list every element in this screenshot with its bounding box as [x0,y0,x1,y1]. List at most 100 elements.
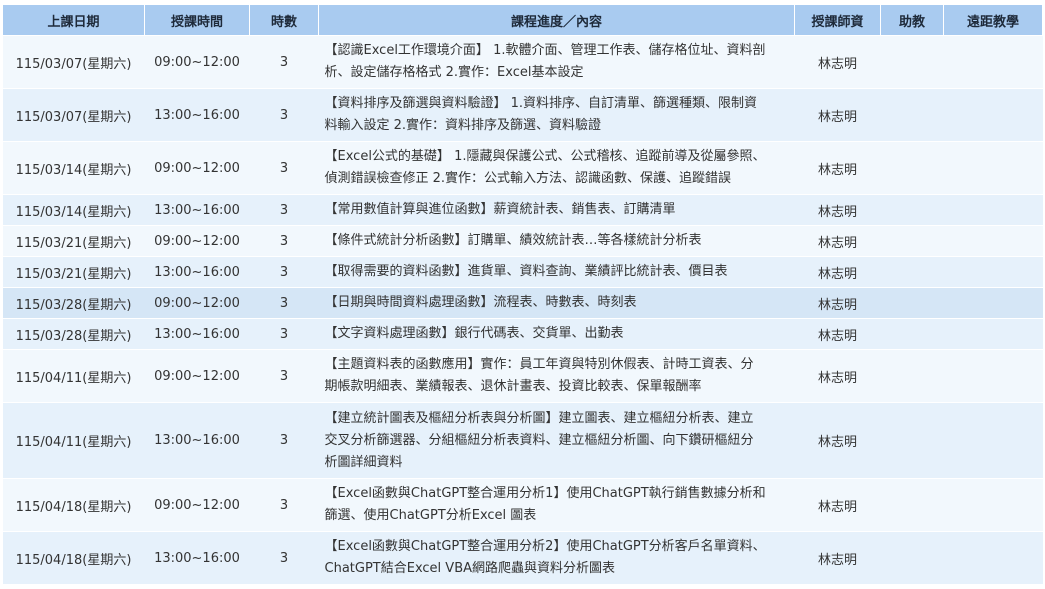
cell-hours: 3 [249,531,319,585]
cell-remote [943,478,1043,532]
table-row: 115/04/18(星期六) 13:00~16:00 3 【Excel函數與Ch… [2,531,1043,585]
cell-date: 115/04/18(星期六) [2,478,145,532]
cell-date: 115/03/07(星期六) [2,88,145,142]
cell-teacher: 林志明 [794,531,881,585]
cell-date: 115/03/21(星期六) [2,256,145,288]
table-row: 115/03/28(星期六) 13:00~16:00 3 【文字資料處理函數】銀… [2,318,1043,350]
schedule-table-wrapper: 上課日期 授課時間 時數 課程進度／內容 授課師資 助教 遠距教學 115/03… [2,4,1043,585]
cell-assistant [880,287,944,319]
cell-content: 【條件式統計分析函數】訂購單、績效統計表…等各樣統計分析表 [318,225,795,257]
cell-remote [943,402,1043,479]
cell-remote [943,349,1043,403]
header-time: 授課時間 [144,4,250,36]
cell-date: 115/04/11(星期六) [2,402,145,479]
content-line: 【Excel函數與ChatGPT整合運用分析2】使用ChatGPT分析客戶名單資… [324,539,766,554]
cell-content: 【主題資料表的函數應用】實作：員工年資與特別休假表、計時工資表、分 期帳款明細表、… [318,349,795,403]
cell-teacher: 林志明 [794,88,881,142]
content-line: 析圖詳細資料 [324,454,403,470]
cell-remote [943,88,1043,142]
content-line: 【條件式統計分析函數】訂購單、績效統計表…等各樣統計分析表 [324,233,702,248]
content-line: 料輸入設定 2.實作：資料排序及篩選、資料驗證 [324,118,602,133]
cell-assistant [880,35,944,89]
cell-remote [943,256,1043,288]
cell-teacher: 林志明 [794,225,881,257]
cell-remote [943,194,1043,226]
cell-remote [943,225,1043,257]
cell-teacher: 林志明 [794,287,881,319]
header-teacher: 授課師資 [794,4,881,36]
cell-time: 09:00~12:00 [144,349,250,403]
cell-content: 【Excel函數與ChatGPT整合運用分析1】使用ChatGPT執行銷售數據分… [318,478,795,532]
cell-remote [943,318,1043,350]
cell-time: 09:00~12:00 [144,478,250,532]
header-hours: 時數 [249,4,319,36]
table-header-row: 上課日期 授課時間 時數 課程進度／內容 授課師資 助教 遠距教學 [2,4,1043,36]
cell-hours: 3 [249,35,319,89]
content-line: 【Excel函數與ChatGPT整合運用分析1】使用ChatGPT執行銷售數據分… [324,486,766,501]
header-content: 課程進度／內容 [318,4,795,36]
content-line: 【取得需要的資料函數】進貨單、資料查詢、業績評比統計表、價目表 [324,264,728,279]
table-row: 115/03/14(星期六) 09:00~12:00 3 【Excel公式的基礎… [2,141,1043,195]
cell-content: 【Excel函數與ChatGPT整合運用分析2】使用ChatGPT分析客戶名單資… [318,531,795,585]
cell-assistant [880,402,944,479]
cell-time: 09:00~12:00 [144,225,250,257]
table-row: 115/04/18(星期六) 09:00~12:00 3 【Excel函數與Ch… [2,478,1043,532]
table-row: 115/03/07(星期六) 09:00~12:00 3 【認識Excel工作環… [2,35,1043,89]
content-line: 交叉分析篩選器、分組樞紐分析表資料、建立樞紐分析圖、向下鑽研樞紐分 [324,432,754,448]
cell-date: 115/04/18(星期六) [2,531,145,585]
cell-content: 【日期與時間資料處理函數】流程表、時數表、時刻表 [318,287,795,319]
cell-content: 【文字資料處理函數】銀行代碼表、交貨單、出勤表 [318,318,795,350]
cell-time: 13:00~16:00 [144,318,250,350]
cell-hours: 3 [249,88,319,142]
cell-assistant [880,318,944,350]
cell-content: 【常用數值計算與進位函數】薪資統計表、銷售表、訂購清單 [318,194,795,226]
cell-time: 13:00~16:00 [144,402,250,479]
cell-assistant [880,256,944,288]
content-line: 期帳款明細表、業績報表、退休計畫表、投資比較表、保單報酬率 [324,379,702,394]
cell-time: 13:00~16:00 [144,194,250,226]
cell-date: 115/04/11(星期六) [2,349,145,403]
cell-assistant [880,478,944,532]
cell-time: 13:00~16:00 [144,88,250,142]
table-row: 115/03/21(星期六) 09:00~12:00 3 【條件式統計分析函數】… [2,225,1043,257]
content-line: 【文字資料處理函數】銀行代碼表、交貨單、出勤表 [324,326,624,341]
cell-hours: 3 [249,256,319,288]
table-row: 115/04/11(星期六) 13:00~16:00 3 【建立統計圖表及樞紐分… [2,402,1043,479]
cell-content: 【資料排序及篩選與資料驗證】 1.資料排序、自訂清單、篩選種類、限制資 料輸入設定… [318,88,795,142]
header-date: 上課日期 [2,4,145,36]
cell-assistant [880,349,944,403]
cell-remote [943,35,1043,89]
content-line: ChatGPT結合Excel VBA網路爬蟲與資料分析圖表 [324,561,616,576]
table-row: 115/03/28(星期六) 09:00~12:00 3 【日期與時間資料處理函… [2,287,1043,319]
cell-assistant [880,531,944,585]
cell-assistant [880,194,944,226]
cell-teacher: 林志明 [794,478,881,532]
cell-hours: 3 [249,225,319,257]
cell-date: 115/03/21(星期六) [2,225,145,257]
cell-content: 【建立統計圖表及樞紐分析表與分析圖】建立圖表、建立樞紐分析表、建立 交叉分析篩選器… [318,402,795,479]
cell-date: 115/03/14(星期六) [2,141,145,195]
cell-teacher: 林志明 [794,318,881,350]
content-line: 【Excel公式的基礎】 1.隱藏與保護公式、公式稽核、追蹤前導及從屬參照、 [324,149,766,164]
cell-content: 【認識Excel工作環境介面】 1.軟體介面、管理工作表、儲存格位址、資料剖 析、… [318,35,795,89]
content-line: 【主題資料表的函數應用】實作：員工年資與特別休假表、計時工資表、分 [324,357,754,372]
cell-date: 115/03/07(星期六) [2,35,145,89]
content-line: 【日期與時間資料處理函數】流程表、時數表、時刻表 [324,295,637,310]
cell-time: 13:00~16:00 [144,531,250,585]
table-row: 115/03/21(星期六) 13:00~16:00 3 【取得需要的資料函數】… [2,256,1043,288]
cell-teacher: 林志明 [794,402,881,479]
content-line: 【常用數值計算與進位函數】薪資統計表、銷售表、訂購清單 [324,202,676,217]
cell-teacher: 林志明 [794,35,881,89]
table-row: 115/03/14(星期六) 13:00~16:00 3 【常用數值計算與進位函… [2,194,1043,226]
table-row: 115/04/11(星期六) 09:00~12:00 3 【主題資料表的函數應用… [2,349,1043,403]
table-row: 115/03/07(星期六) 13:00~16:00 3 【資料排序及篩選與資料… [2,88,1043,142]
cell-teacher: 林志明 [794,256,881,288]
cell-assistant [880,88,944,142]
cell-assistant [880,141,944,195]
cell-hours: 3 [249,287,319,319]
cell-remote [943,287,1043,319]
cell-teacher: 林志明 [794,194,881,226]
cell-content: 【取得需要的資料函數】進貨單、資料查詢、業績評比統計表、價目表 [318,256,795,288]
cell-time: 13:00~16:00 [144,256,250,288]
content-line: 【建立統計圖表及樞紐分析表與分析圖】建立圖表、建立樞紐分析表、建立 [324,410,754,426]
